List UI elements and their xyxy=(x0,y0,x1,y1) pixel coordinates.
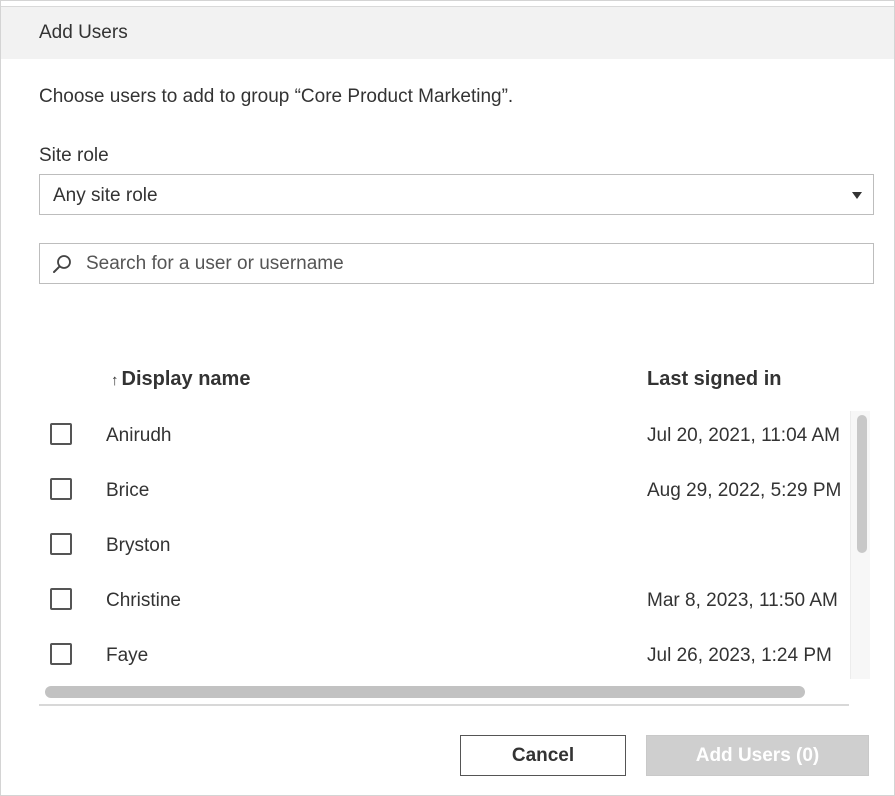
user-last-signed-in: Aug 29, 2022, 5:29 PM xyxy=(647,480,842,501)
search-box[interactable] xyxy=(39,243,874,284)
horizontal-scrollbar-thumb[interactable] xyxy=(45,686,805,698)
row-checkbox[interactable] xyxy=(50,478,72,500)
user-last-signed-in: Mar 8, 2023, 11:50 AM xyxy=(647,590,838,611)
instructions-text: Choose users to add to group “Core Produ… xyxy=(39,86,514,107)
user-list[interactable]: Anirudh Jul 20, 2021, 11:04 AM Brice Aug… xyxy=(39,409,849,706)
user-display-name: Faye xyxy=(106,645,149,666)
site-role-selected-value: Any site role xyxy=(53,185,158,206)
row-checkbox[interactable] xyxy=(50,643,72,665)
add-users-button[interactable]: Add Users (0) xyxy=(646,735,869,776)
cancel-button[interactable]: Cancel xyxy=(460,735,626,776)
search-input[interactable] xyxy=(86,244,856,283)
table-row: Faye Jul 26, 2023, 1:24 PM xyxy=(39,629,849,684)
display-name-column-header[interactable]: ↑ Display name xyxy=(111,368,250,391)
row-checkbox[interactable] xyxy=(50,588,72,610)
user-display-name: Bryston xyxy=(106,535,171,556)
sort-ascending-icon: ↑ xyxy=(111,372,119,389)
caret-down-icon xyxy=(852,192,862,199)
search-icon xyxy=(53,255,71,273)
table-row: Anirudh Jul 20, 2021, 11:04 AM xyxy=(39,409,849,464)
last-signed-in-column-header[interactable]: Last signed in xyxy=(647,368,781,391)
dialog-title: Add Users xyxy=(39,22,128,43)
add-users-dialog: Add Users Choose users to add to group “… xyxy=(0,0,895,796)
user-display-name: Brice xyxy=(106,480,150,501)
user-last-signed-in: Jul 26, 2023, 1:24 PM xyxy=(647,645,832,666)
table-row: Christine Mar 8, 2023, 11:50 AM xyxy=(39,574,849,629)
table-row: Bryston xyxy=(39,519,849,574)
user-display-name: Christine xyxy=(106,590,181,611)
user-last-signed-in: Jul 20, 2021, 11:04 AM xyxy=(647,425,840,446)
row-checkbox[interactable] xyxy=(50,423,72,445)
display-name-header-label: Display name xyxy=(121,368,251,390)
row-checkbox[interactable] xyxy=(50,533,72,555)
vertical-scrollbar-thumb[interactable] xyxy=(857,415,867,553)
table-row: Brice Aug 29, 2022, 5:29 PM xyxy=(39,464,849,519)
site-role-label: Site role xyxy=(39,145,109,166)
site-role-select[interactable]: Any site role xyxy=(39,174,874,215)
user-display-name: Anirudh xyxy=(106,425,172,446)
dialog-title-bar: Add Users xyxy=(1,6,894,59)
